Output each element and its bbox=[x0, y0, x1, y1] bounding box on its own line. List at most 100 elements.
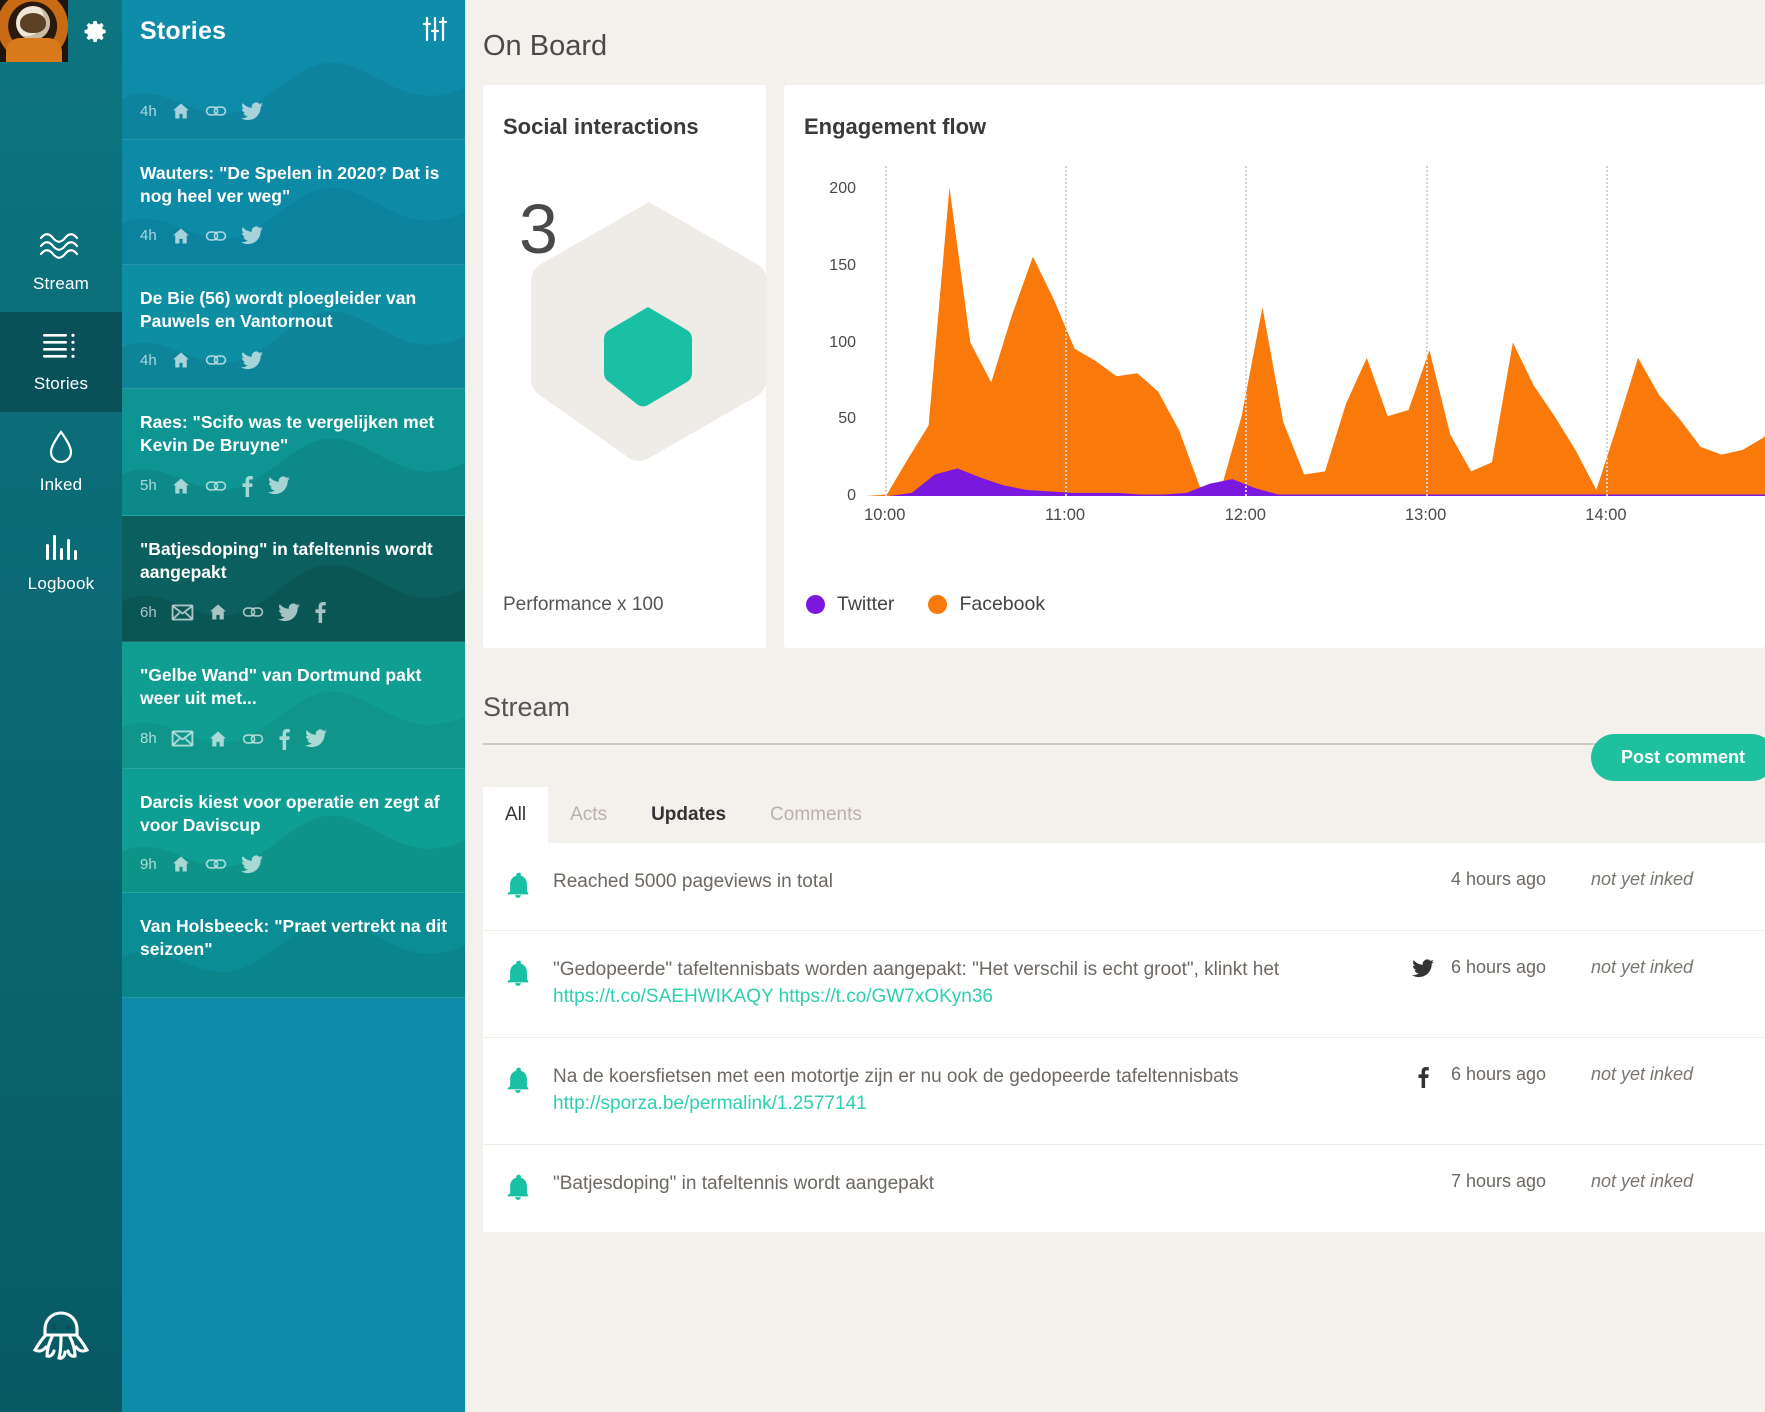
story-network-home[interactable] bbox=[171, 101, 191, 121]
app-root: Stream Stories Inked Logbook Stories 4h … bbox=[0, 0, 1765, 1412]
gear-icon-shape bbox=[84, 20, 106, 42]
stream-link[interactable]: https://t.co/GW7xOKyn36 bbox=[779, 986, 993, 1007]
row-network bbox=[1395, 869, 1451, 871]
story-age: 5h bbox=[140, 477, 157, 495]
row-ink-status: not yet inked bbox=[1591, 957, 1694, 977]
legend-item-facebook[interactable]: Facebook bbox=[928, 593, 1045, 616]
story-network-facebook[interactable] bbox=[241, 475, 254, 497]
chart-plot bbox=[866, 166, 1765, 496]
row-time: 6 hours ago bbox=[1451, 1063, 1547, 1084]
story-card[interactable]: 4h bbox=[122, 62, 465, 140]
sidebar-item-logbook[interactable]: Logbook bbox=[0, 512, 122, 612]
link-icon bbox=[205, 106, 226, 116]
story-network-link[interactable] bbox=[242, 603, 264, 621]
twitter-icon bbox=[240, 351, 263, 369]
brand-logo[interactable] bbox=[26, 1303, 96, 1378]
story-network-link[interactable] bbox=[205, 227, 227, 245]
chart-gridline bbox=[1065, 166, 1068, 496]
stream-row[interactable]: Reached 5000 pageviews in total 4 hours … bbox=[483, 843, 1765, 930]
story-network-facebook[interactable] bbox=[278, 728, 291, 750]
filter-button[interactable] bbox=[421, 15, 449, 48]
stream-section: Stream Post comment All Acts Updates Commen… bbox=[465, 648, 1765, 1232]
story-network-home[interactable] bbox=[171, 226, 191, 246]
story-card[interactable]: Darcis kiest voor operatie en zegt af vo… bbox=[122, 768, 465, 894]
card-engagement-flow: Engagement flow 0 50 100 150 200 10:00 11:00 1… bbox=[784, 85, 1765, 648]
story-network-twitter[interactable] bbox=[304, 729, 327, 748]
story-network-home[interactable] bbox=[208, 602, 228, 622]
story-network-home[interactable] bbox=[208, 729, 228, 749]
y-tick-label: 150 bbox=[829, 256, 856, 274]
post-comment-button[interactable]: Post comment bbox=[1590, 734, 1765, 781]
sidebar-item-inked[interactable]: Inked bbox=[0, 412, 122, 512]
tab-comments[interactable]: Comments bbox=[748, 787, 884, 843]
story-network-twitter[interactable] bbox=[240, 855, 263, 874]
chart-legend: Twitter Facebook bbox=[806, 593, 1045, 616]
settings-button[interactable] bbox=[68, 0, 122, 62]
story-network-link[interactable] bbox=[205, 102, 227, 120]
twitter-icon bbox=[1412, 959, 1434, 978]
waves-icon bbox=[39, 233, 79, 259]
facebook-icon bbox=[279, 728, 290, 750]
story-network-home[interactable] bbox=[171, 476, 191, 496]
bell-icon bbox=[507, 872, 529, 898]
twitter-icon bbox=[240, 226, 263, 245]
story-network-link[interactable] bbox=[205, 477, 227, 495]
story-network-link[interactable] bbox=[205, 351, 227, 369]
tab-all[interactable]: All bbox=[483, 787, 549, 843]
link-icon bbox=[242, 733, 263, 744]
story-network-mail[interactable] bbox=[171, 604, 194, 621]
sidebar-item-stories[interactable]: Stories bbox=[0, 312, 122, 412]
story-title: "Batjesdoping" in tafeltennis wordt aang… bbox=[140, 538, 433, 582]
stream-row[interactable]: "Batjesdoping" in tafeltennis wordt aang… bbox=[483, 1143, 1765, 1232]
legend-item-twitter[interactable]: Twitter bbox=[806, 593, 894, 616]
story-age: 9h bbox=[140, 855, 157, 873]
story-card[interactable]: Van Holsbeeck: "Praet vertrekt na dit se… bbox=[122, 893, 465, 998]
story-network-twitter[interactable] bbox=[240, 101, 263, 121]
avatar[interactable] bbox=[0, 0, 68, 62]
stream-link[interactable]: http://sporza.be/permalink/1.2577141 bbox=[553, 1093, 867, 1114]
bell-icon bbox=[507, 960, 529, 986]
story-network-home[interactable] bbox=[171, 854, 191, 874]
stories-panel: Stories 4h Wauters: "De Spelen in 2020? … bbox=[122, 0, 465, 1412]
sliders-icon bbox=[422, 16, 448, 41]
card-title: Engagement flow bbox=[804, 114, 987, 139]
story-network-home[interactable] bbox=[171, 350, 191, 370]
story-age: 4h bbox=[140, 351, 157, 369]
story-card[interactable]: "Gelbe Wand" van Dortmund pakt weer uit … bbox=[122, 642, 465, 769]
story-network-twitter[interactable] bbox=[240, 351, 263, 370]
stream-link[interactable]: https://t.co/SAEHWIKAQY bbox=[553, 986, 773, 1007]
social-interactions-value: 3 bbox=[519, 190, 558, 268]
story-title: Wauters: "De Spelen in 2020? Dat is nog … bbox=[140, 163, 440, 207]
story-card[interactable]: Wauters: "De Spelen in 2020? Dat is nog … bbox=[122, 140, 465, 265]
primary-nav-rail: Stream Stories Inked Logbook bbox=[0, 0, 122, 1412]
tab-acts[interactable]: Acts bbox=[548, 787, 629, 843]
story-network-link[interactable] bbox=[242, 730, 264, 748]
chart-series-svg bbox=[866, 187, 1765, 496]
story-title: Darcis kiest voor operatie en zegt af vo… bbox=[140, 791, 440, 835]
story-network-twitter[interactable] bbox=[267, 476, 290, 495]
twitter-icon bbox=[304, 729, 327, 748]
story-card[interactable]: Raes: "Scifo was te vergelijken met Kevi… bbox=[122, 389, 465, 516]
story-title: "Gelbe Wand" van Dortmund pakt weer uit … bbox=[140, 665, 422, 709]
rail-nav-list: Stream Stories Inked Logbook bbox=[0, 212, 122, 612]
story-title: De Bie (56) wordt ploegleider van Pauwel… bbox=[140, 287, 417, 331]
stream-row[interactable]: Na de koersfietsen met een motortje zijn… bbox=[483, 1036, 1765, 1144]
story-card[interactable]: "Batjesdoping" in tafeltennis wordt aang… bbox=[122, 515, 465, 643]
twitter-icon bbox=[267, 476, 290, 495]
chart-gridline bbox=[1605, 166, 1608, 496]
story-meta: 5h bbox=[140, 475, 447, 497]
tab-updates[interactable]: Updates bbox=[629, 787, 748, 843]
story-card[interactable]: De Bie (56) wordt ploegleider van Pauwel… bbox=[122, 264, 465, 390]
story-network-twitter[interactable] bbox=[277, 603, 300, 622]
story-network-twitter[interactable] bbox=[240, 226, 263, 245]
story-network-mail[interactable] bbox=[171, 730, 194, 747]
sidebar-item-stream[interactable]: Stream bbox=[0, 212, 122, 312]
twitter-icon bbox=[240, 855, 263, 873]
story-network-link[interactable] bbox=[205, 855, 227, 873]
home-icon bbox=[172, 228, 189, 244]
octopus-logo bbox=[32, 1311, 90, 1360]
stream-row[interactable]: "Gedopeerde" tafeltennisbats worden aang… bbox=[483, 930, 1765, 1037]
performance-caption: Performance x 100 bbox=[503, 594, 664, 615]
story-network-facebook[interactable] bbox=[314, 601, 327, 624]
stream-card: All Acts Updates Comments Reached 5000 page… bbox=[483, 787, 1765, 1232]
